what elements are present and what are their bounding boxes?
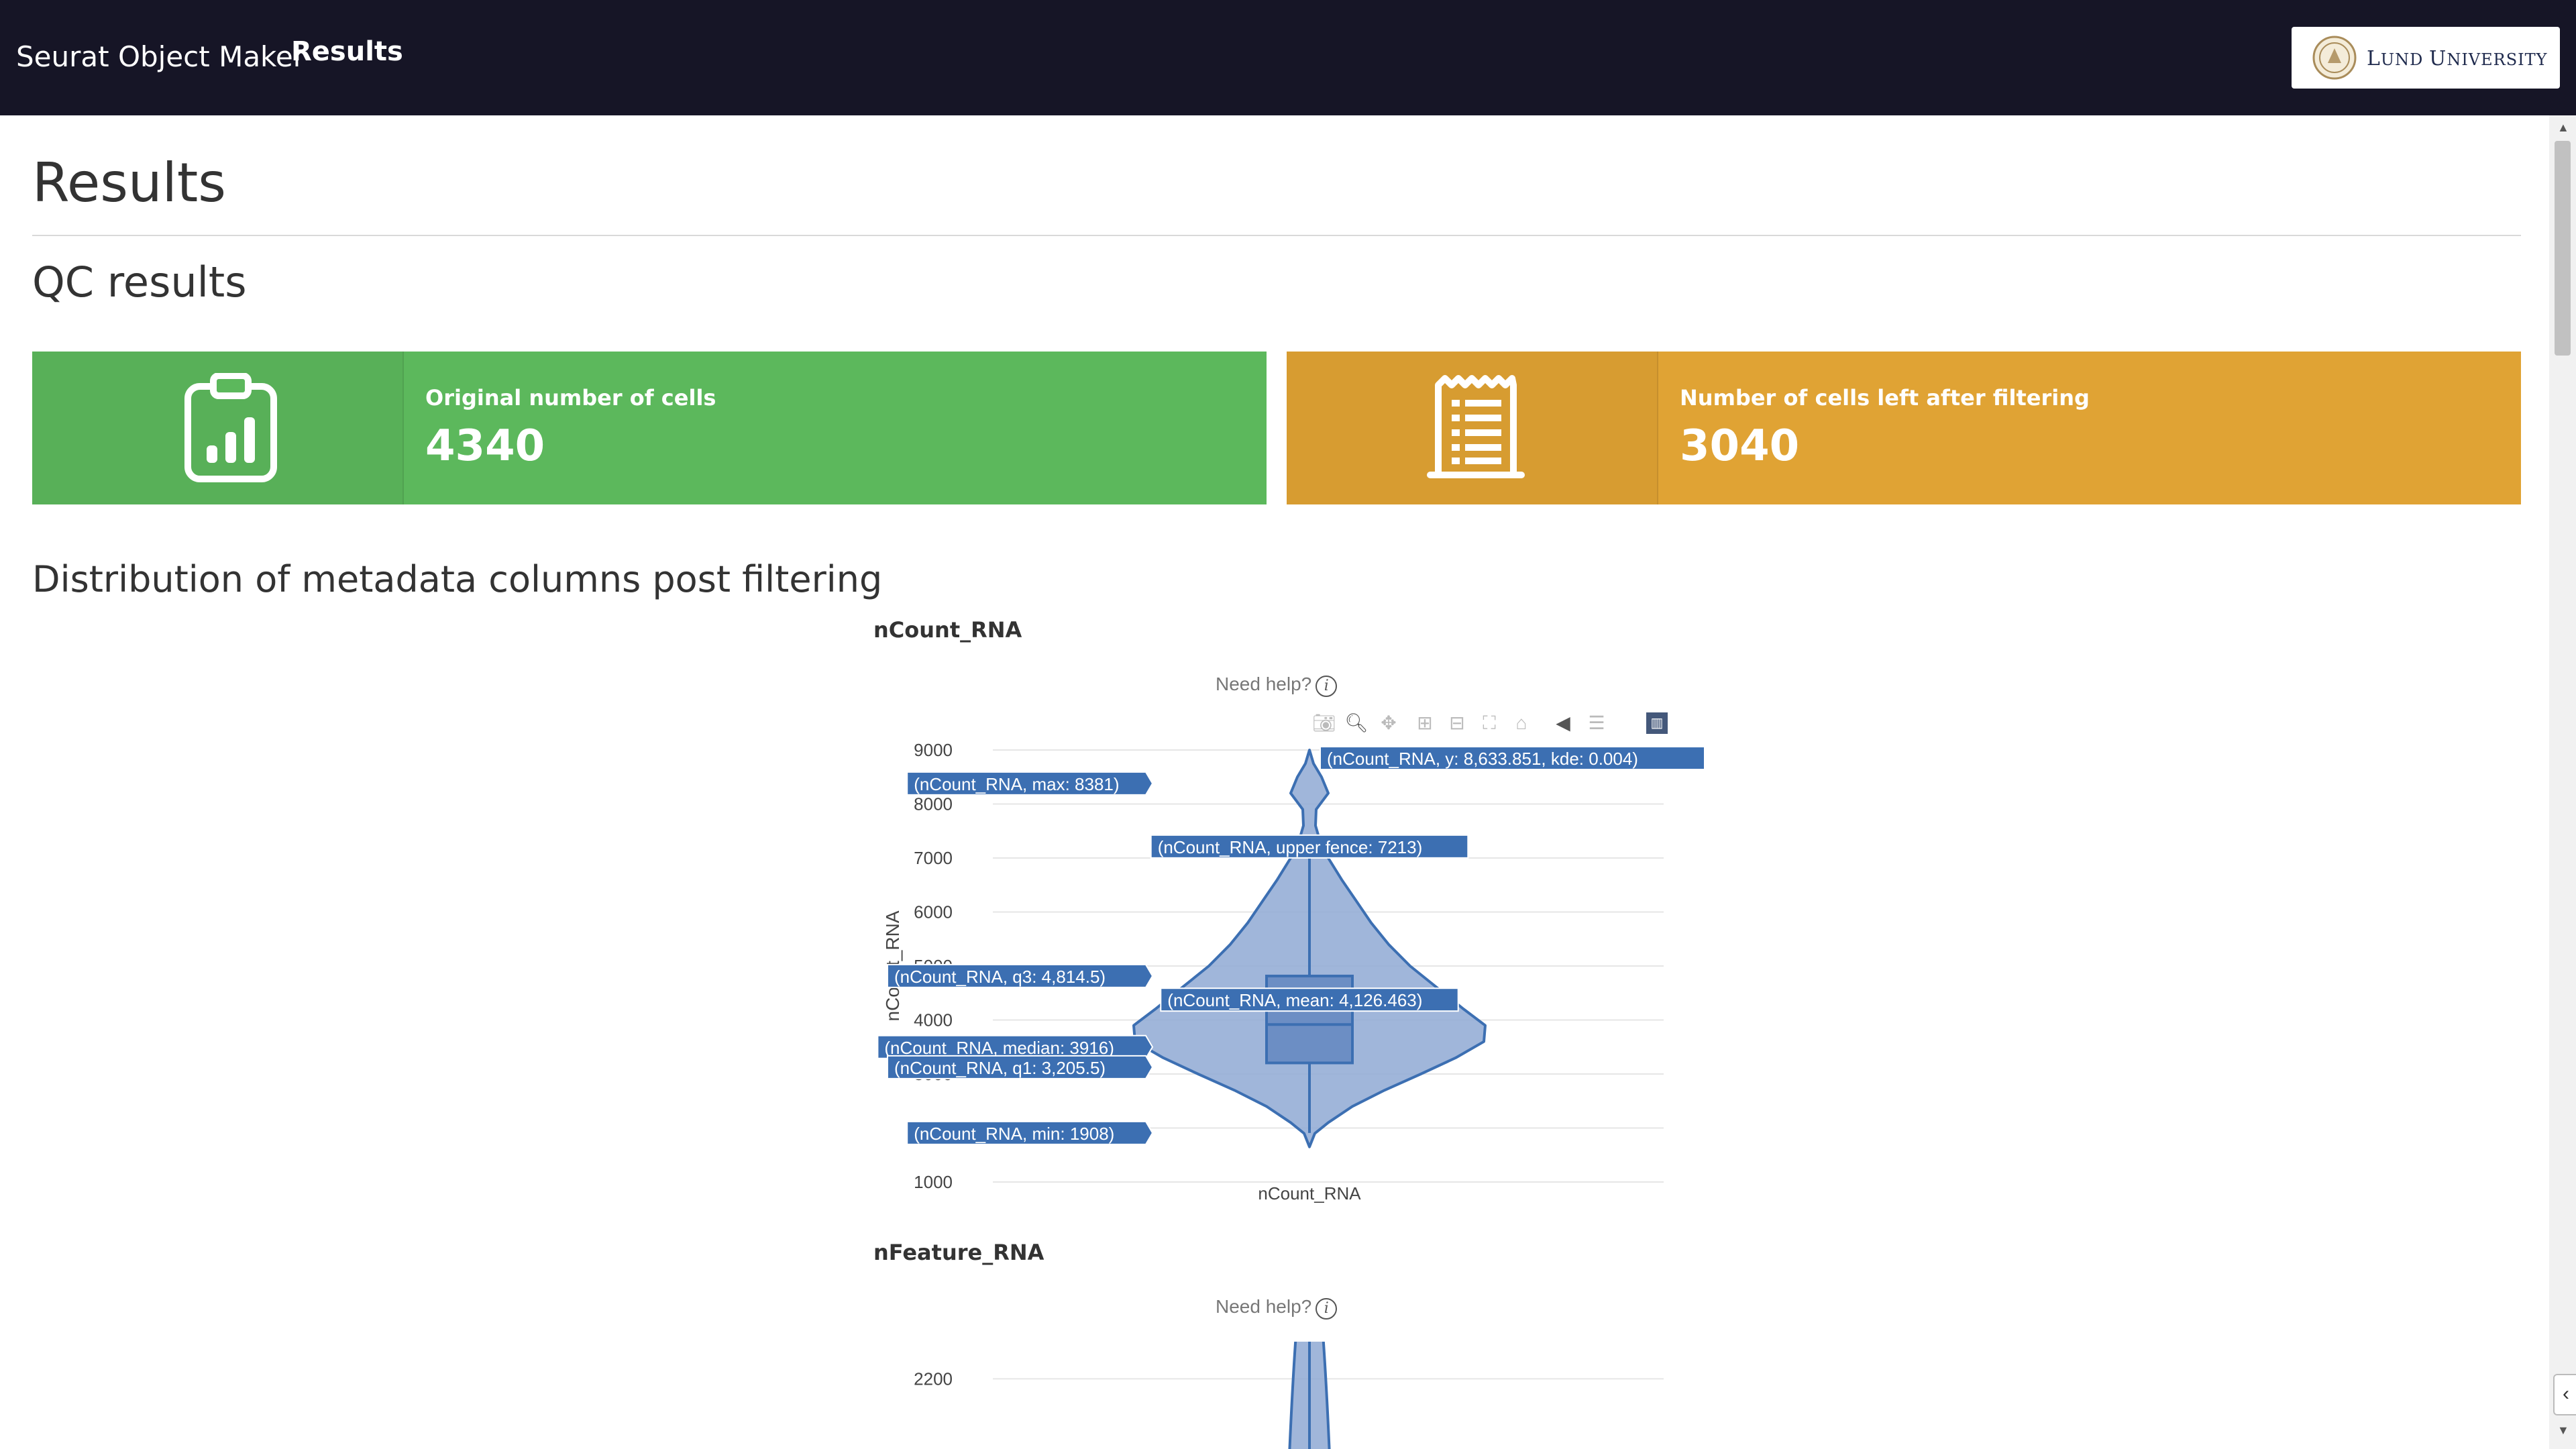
- min-hover-label: (nCount_RNA, min: 1908): [914, 1124, 1114, 1144]
- section-title-qc: QC results: [32, 258, 247, 307]
- info-icon: i: [1316, 1298, 1338, 1320]
- title-divider: [32, 235, 2521, 236]
- value-box-icon-area: [32, 352, 404, 504]
- info-icon: i: [1316, 676, 1338, 697]
- x-tick-label: nCount_RNA: [1258, 1183, 1361, 1203]
- app-brand[interactable]: Seurat Object Maker: [16, 40, 305, 73]
- y-tick-label: 1000: [914, 1172, 953, 1192]
- clipboard-chart-icon: [184, 373, 277, 482]
- page-scrollbar[interactable]: ▲ ▼: [2549, 115, 2576, 1449]
- mean-hover-label: (nCount_RNA, mean: 4,126.463): [1167, 990, 1422, 1010]
- sidebar-toggle-chevron-icon[interactable]: ‹: [2553, 1374, 2576, 1415]
- value-box-label: Number of cells left after filtering: [1680, 385, 2090, 411]
- scroll-thumb[interactable]: [2555, 141, 2571, 356]
- y-tick-label: 9000: [914, 740, 953, 760]
- y-tick-label: 6000: [914, 902, 953, 922]
- y-tick-label: 8000: [914, 794, 953, 814]
- scroll-down-arrow-icon[interactable]: ▼: [2557, 1424, 2569, 1438]
- plot-title-ncount: nCount_RNA: [873, 617, 1022, 643]
- receipt-icon: [1427, 375, 1525, 478]
- help-link[interactable]: Need help? i: [1216, 674, 1338, 697]
- value-box-icon-area: [1287, 352, 1658, 504]
- value-box-filtered-cells: Number of cells left after filtering 304…: [1287, 352, 2521, 504]
- page-title: Results: [32, 152, 226, 214]
- violin-plot-ncount[interactable]: 900080007000600050004000300020001000nCou…: [872, 731, 1704, 1228]
- q1-hover-label: (nCount_RNA, q1: 3,205.5): [894, 1058, 1106, 1078]
- max-hover-label: (nCount_RNA, max: 8381): [914, 774, 1119, 794]
- scroll-up-arrow-icon[interactable]: ▲: [2557, 121, 2569, 135]
- kde-hover-label: (nCount_RNA, y: 8,633.851, kde: 0.004): [1327, 749, 1638, 769]
- y-tick-label: 7000: [914, 848, 953, 868]
- value-box-original-cells: Original number of cells 4340: [32, 352, 1267, 504]
- upper-fence-hover-label: (nCount_RNA, upper fence: 7213): [1158, 837, 1423, 857]
- q3-hover-label: (nCount_RNA, q3: 4,814.5): [894, 967, 1106, 987]
- plot-title-nfeature: nFeature_RNA: [873, 1240, 1044, 1265]
- value-box-value: 4340: [425, 421, 545, 471]
- median-hover-label: (nCount_RNA, median: 3916): [884, 1038, 1114, 1058]
- violin-plot-nfeature[interactable]: 24002200: [872, 1342, 1704, 1449]
- value-box-value: 3040: [1680, 421, 1800, 471]
- value-box-label: Original number of cells: [425, 385, 716, 411]
- top-navbar: Seurat Object Maker Results LUND UNIVERS…: [0, 0, 2576, 115]
- nav-link-results[interactable]: Results: [291, 36, 403, 67]
- university-seal-icon: [2312, 36, 2357, 80]
- logo-text: LUND UNIVERSITY: [2367, 47, 2548, 70]
- distribution-heading: Distribution of metadata columns post fi…: [32, 558, 883, 600]
- y-tick-label: 4000: [914, 1010, 953, 1030]
- help-link[interactable]: Need help? i: [1216, 1296, 1338, 1320]
- y-tick-label: 2200: [914, 1368, 953, 1389]
- lund-university-logo[interactable]: LUND UNIVERSITY: [2292, 27, 2560, 89]
